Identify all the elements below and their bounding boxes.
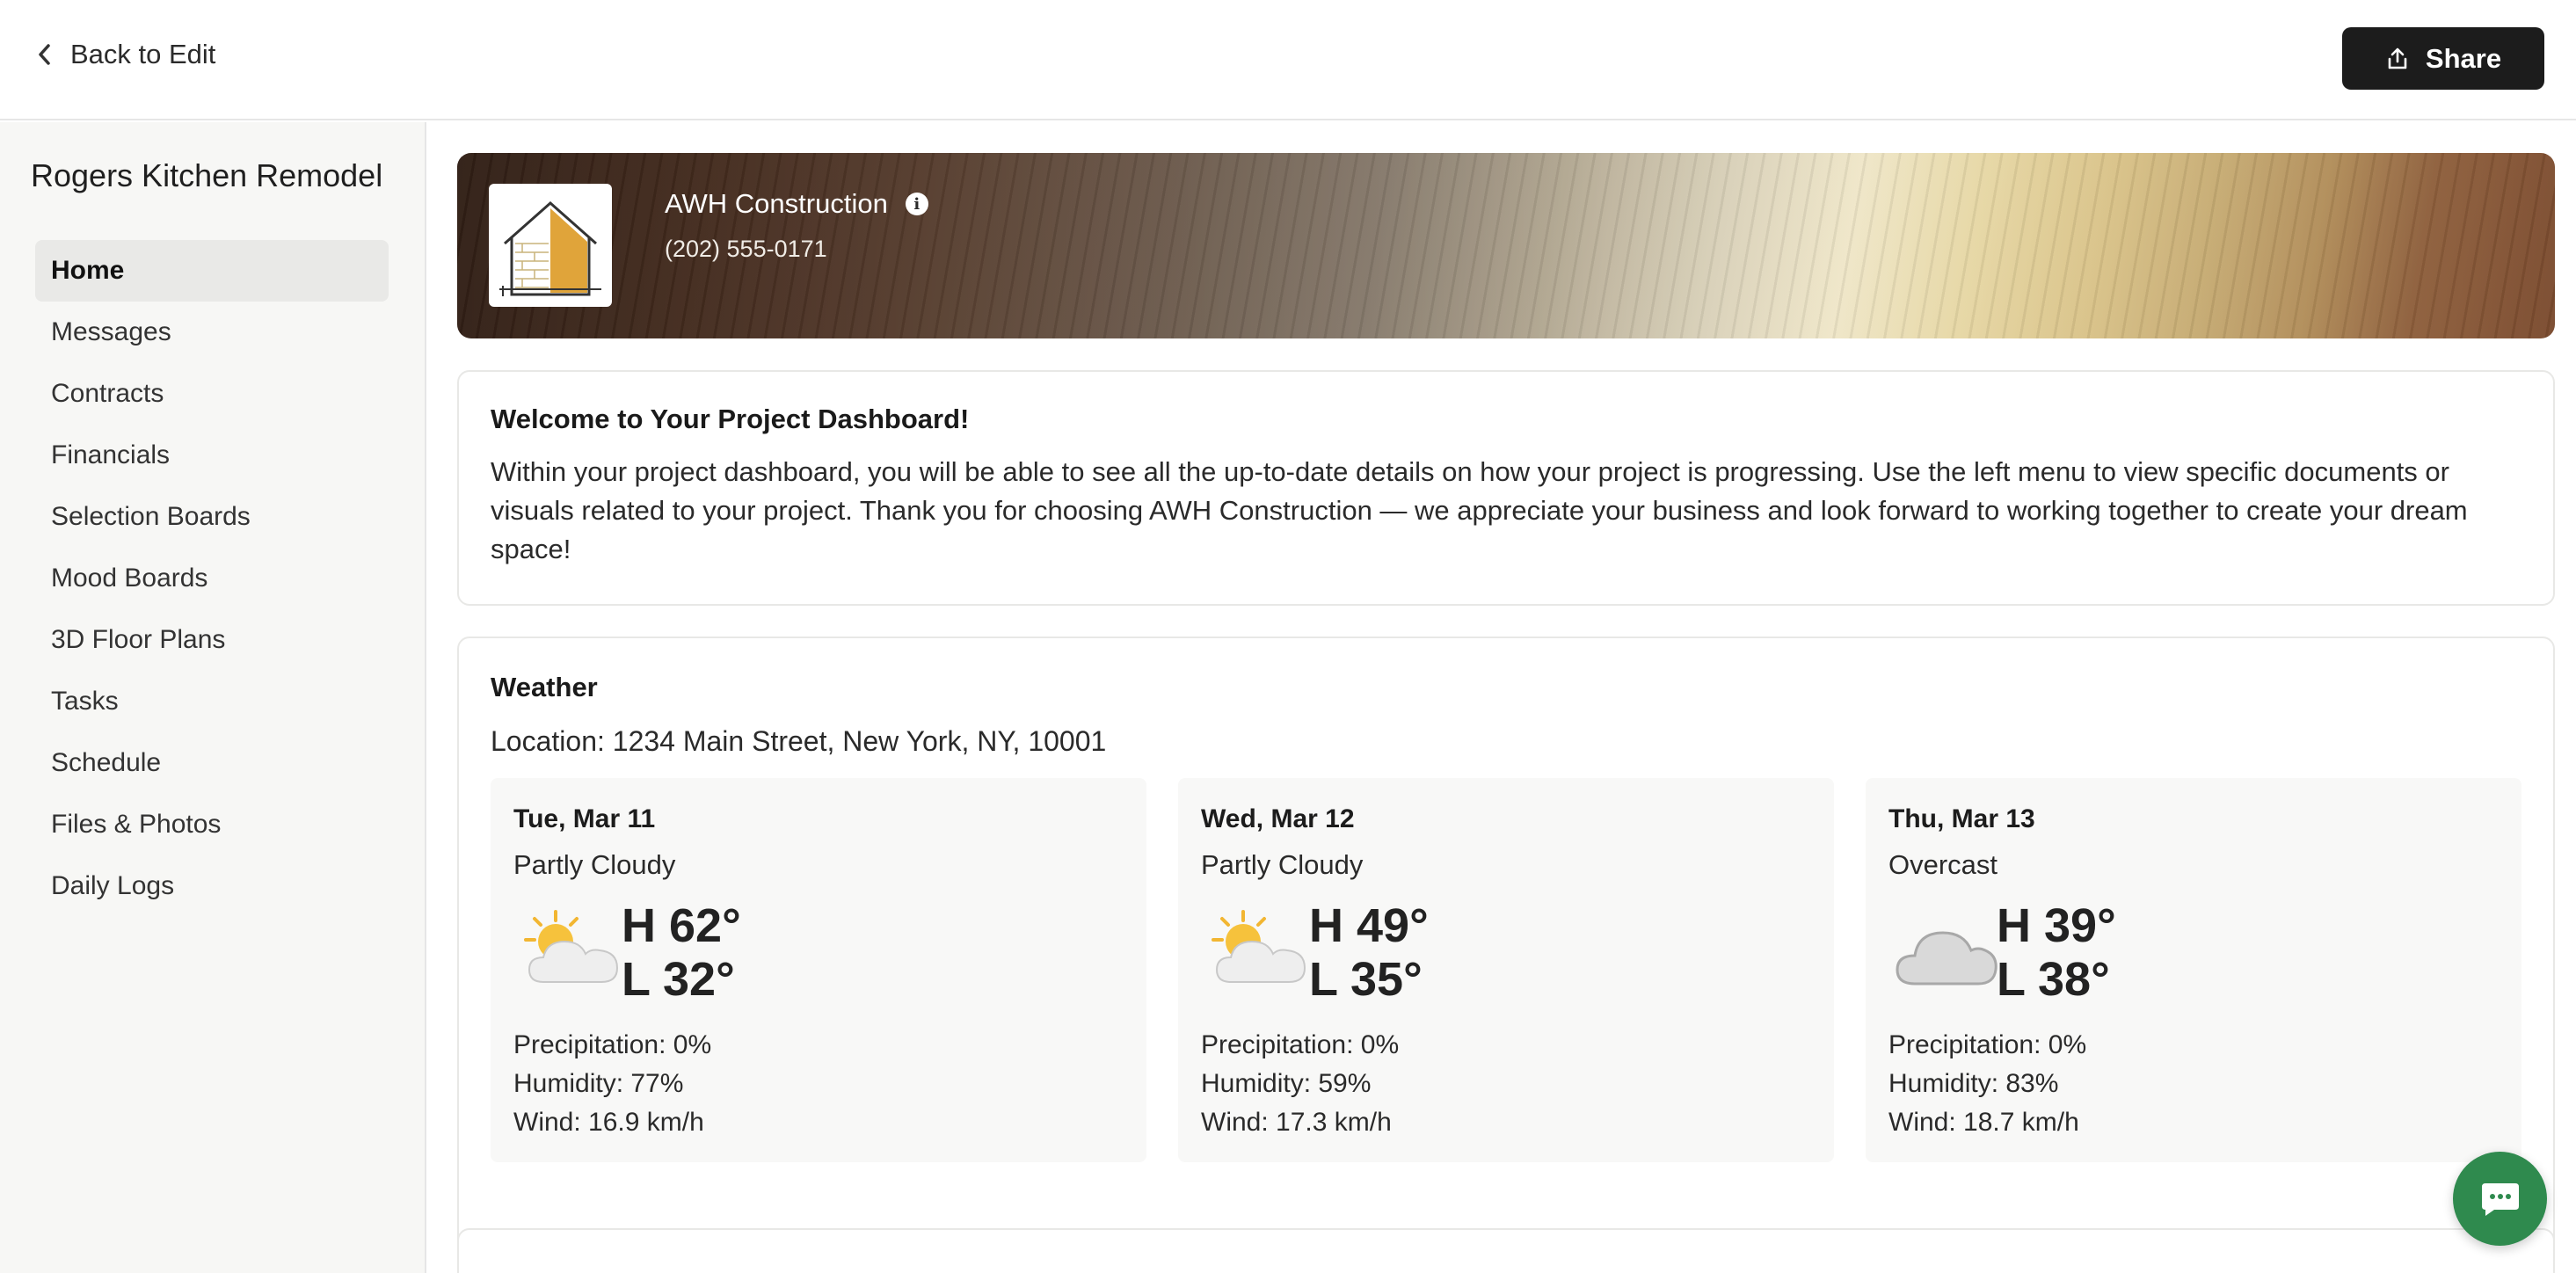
sidebar-item-files-photos[interactable]: Files & Photos xyxy=(35,794,389,855)
forecast-low: L 35° xyxy=(1309,953,1423,1006)
sidebar-item-messages[interactable]: Messages xyxy=(35,302,389,363)
company-banner: AWH Construction i (202) 555-0171 xyxy=(457,153,2555,338)
forecast-high: H 62° xyxy=(622,899,741,952)
forecast-stats: Precipitation: 0% Humidity: 83% Wind: 18… xyxy=(1888,1026,2086,1142)
share-icon xyxy=(2388,47,2407,69)
forecast-wind: Wind: 17.3 km/h xyxy=(1201,1108,1392,1137)
forecast-temps: H 39° L 38° xyxy=(1997,899,2116,1007)
forecast-temps: H 62° L 32° xyxy=(622,899,741,1007)
back-to-edit-label: Back to Edit xyxy=(70,39,216,69)
forecast-day: Tue, Mar 11 Partly Cloudy H 62° L 32° Pr… xyxy=(491,778,1146,1162)
sidebar-item-label: Tasks xyxy=(51,687,119,716)
sidebar-item-3d-floor-plans[interactable]: 3D Floor Plans xyxy=(35,609,389,671)
sidebar-item-label: Financials xyxy=(51,440,171,469)
top-bar: Back to Edit Share xyxy=(0,0,2576,120)
partly-cloudy-icon xyxy=(1212,910,1306,983)
sidebar-item-label: Mood Boards xyxy=(51,564,208,593)
house-logo-icon xyxy=(496,191,605,300)
overcast-icon xyxy=(1896,931,1997,986)
forecast-high: H 39° xyxy=(1997,899,2116,952)
sidebar-item-mood-boards[interactable]: Mood Boards xyxy=(35,548,389,609)
sidebar-item-label: Contracts xyxy=(51,379,164,408)
partly-cloudy-icon xyxy=(524,910,619,983)
sidebar-item-label: Files & Photos xyxy=(51,810,222,839)
chat-button[interactable] xyxy=(2453,1152,2547,1246)
company-name-row: AWH Construction i xyxy=(665,188,928,220)
sidebar-item-financials[interactable]: Financials xyxy=(35,425,389,486)
forecast-date: Tue, Mar 11 xyxy=(513,804,656,833)
main-content: AWH Construction i (202) 555-0171 Welcom… xyxy=(428,122,2576,1273)
sidebar-item-contracts[interactable]: Contracts xyxy=(35,363,389,425)
forecast-day: Wed, Mar 12 Partly Cloudy H 49° L 35° Pr… xyxy=(1178,778,1834,1162)
weather-location: Location: 1234 Main Street, New York, NY… xyxy=(491,725,1107,757)
forecast-condition: Partly Cloudy xyxy=(513,849,676,880)
sidebar-item-label: Selection Boards xyxy=(51,502,251,531)
sidebar-item-label: 3D Floor Plans xyxy=(51,625,226,654)
forecast-day: Thu, Mar 13 Overcast H 39° L 38° Precipi… xyxy=(1866,778,2521,1162)
next-section-card xyxy=(457,1228,2555,1273)
weather-title: Weather xyxy=(491,672,598,702)
welcome-title: Welcome to Your Project Dashboard! xyxy=(491,404,970,434)
forecast-precipitation: Precipitation: 0% xyxy=(513,1030,712,1059)
weather-card: Weather Location: 1234 Main Street, New … xyxy=(457,636,2555,1273)
sidebar: Rogers Kitchen Remodel Home Messages Con… xyxy=(0,122,426,1273)
company-phone: (202) 555-0171 xyxy=(665,236,827,262)
back-to-edit-button[interactable]: Back to Edit xyxy=(35,39,215,70)
chevron-left-icon xyxy=(39,44,50,65)
sidebar-item-label: Home xyxy=(51,256,125,285)
company-name: AWH Construction xyxy=(665,188,888,219)
sidebar-item-selection-boards[interactable]: Selection Boards xyxy=(35,486,389,548)
sidebar-item-tasks[interactable]: Tasks xyxy=(35,671,389,732)
forecast-humidity: Humidity: 59% xyxy=(1201,1069,1372,1098)
forecast-date: Thu, Mar 13 xyxy=(1888,804,2035,833)
company-logo xyxy=(489,184,612,307)
forecast-stats: Precipitation: 0% Humidity: 59% Wind: 17… xyxy=(1201,1026,1399,1142)
sidebar-item-label: Daily Logs xyxy=(51,871,175,900)
sidebar-item-home[interactable]: Home xyxy=(35,240,389,302)
forecast-humidity: Humidity: 77% xyxy=(513,1069,684,1098)
sidebar-item-daily-logs[interactable]: Daily Logs xyxy=(35,855,389,917)
forecast-humidity: Humidity: 83% xyxy=(1888,1069,2059,1098)
forecast-temps: H 49° L 35° xyxy=(1309,899,1429,1007)
project-title: Rogers Kitchen Remodel xyxy=(31,157,383,193)
forecast-precipitation: Precipitation: 0% xyxy=(1888,1030,2087,1059)
sidebar-item-label: Messages xyxy=(51,317,171,346)
sidebar-nav: Home Messages Contracts Financials Selec… xyxy=(35,240,389,917)
forecast-condition: Overcast xyxy=(1888,849,1998,880)
chat-bubble-icon xyxy=(2481,1182,2519,1216)
forecast-condition: Partly Cloudy xyxy=(1201,849,1364,880)
welcome-body: Within your project dashboard, you will … xyxy=(491,456,2468,564)
forecast-wind: Wind: 18.7 km/h xyxy=(1888,1108,2079,1137)
forecast-stats: Precipitation: 0% Humidity: 77% Wind: 16… xyxy=(513,1026,711,1142)
share-button[interactable]: Share xyxy=(2342,27,2544,90)
info-icon[interactable]: i xyxy=(905,193,928,215)
sidebar-item-label: Schedule xyxy=(51,748,162,777)
forecast-precipitation: Precipitation: 0% xyxy=(1201,1030,1400,1059)
forecast-date: Wed, Mar 12 xyxy=(1201,804,1355,833)
company-info: AWH Construction i (202) 555-0171 xyxy=(665,188,928,263)
sidebar-item-schedule[interactable]: Schedule xyxy=(35,732,389,794)
forecast-low: L 38° xyxy=(1997,953,2110,1006)
welcome-card: Welcome to Your Project Dashboard! Withi… xyxy=(457,370,2555,606)
share-label: Share xyxy=(2425,42,2502,74)
forecast-low: L 32° xyxy=(622,953,735,1006)
forecast-high: H 49° xyxy=(1309,899,1429,952)
forecast-wind: Wind: 16.9 km/h xyxy=(513,1108,704,1137)
